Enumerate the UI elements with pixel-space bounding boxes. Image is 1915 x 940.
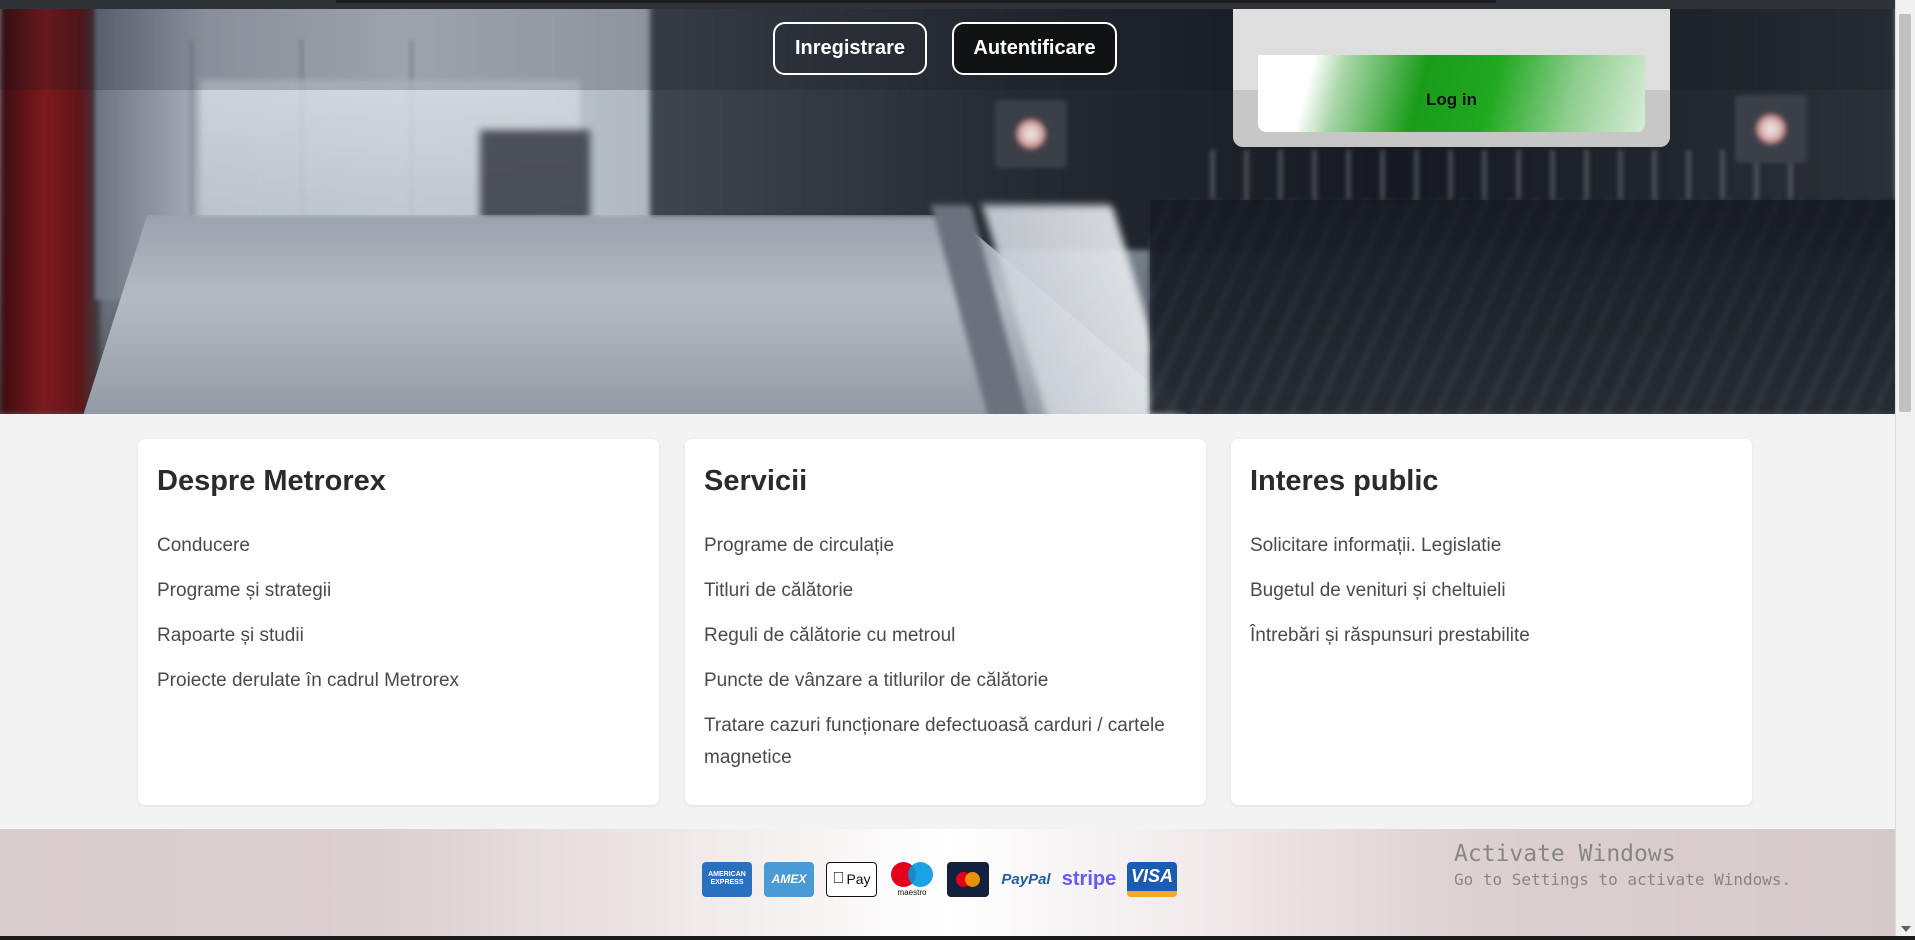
footer-link[interactable]: Solicitare informații. Legislatie	[1250, 530, 1733, 562]
footer-card-interes-public: Interes public Solicitare informații. Le…	[1231, 439, 1752, 805]
footer-link[interactable]: Puncte de vânzare a titlurilor de călăto…	[704, 665, 1187, 697]
footer-link[interactable]: Întrebări și răspunsuri prestabilite	[1250, 620, 1733, 652]
metro-sign-icon	[1735, 95, 1807, 163]
card-title: Interes public	[1250, 465, 1439, 497]
footer-link[interactable]: Titluri de călătorie	[704, 575, 1187, 607]
browser-top-strip	[0, 0, 1896, 9]
browser-bottom-strip	[0, 936, 1915, 940]
american-express-icon: AMERICAN EXPRESS	[702, 861, 752, 897]
footer-link[interactable]: Proiecte derulate în cadrul Metrorex	[157, 665, 640, 697]
footer-card-servicii: Servicii Programe de circulație Titluri …	[685, 439, 1206, 805]
apple-pay-icon: Pay	[826, 861, 877, 897]
footer-card-despre-metrorex: Despre Metrorex Conducere Programe și st…	[138, 439, 659, 805]
footer-link[interactable]: Tratare cazuri funcționare defectuoasă c…	[704, 710, 1187, 774]
card-title: Despre Metrorex	[157, 465, 386, 497]
maestro-icon: maestro	[889, 861, 935, 897]
card-title: Servicii	[704, 465, 808, 497]
footer-link[interactable]: Conducere	[157, 530, 640, 562]
metro-sign-icon	[995, 100, 1067, 168]
paypal-icon: PayPal	[1001, 870, 1051, 888]
login-submit-button[interactable]: Log in	[1258, 55, 1645, 132]
scrollbar-thumb[interactable]	[1899, 14, 1911, 412]
page-scrollbar[interactable]	[1895, 0, 1915, 936]
mastercard-icon	[947, 861, 989, 897]
footer-link[interactable]: Rapoarte și studii	[157, 620, 640, 652]
footer-link[interactable]: Programe și strategii	[157, 575, 640, 607]
windows-activation-watermark: Activate Windows Go to Settings to activ…	[1454, 841, 1792, 889]
footer-link-cards: Despre Metrorex Conducere Programe și st…	[138, 439, 1754, 805]
footer-link[interactable]: Bugetul de venituri și cheltuieli	[1250, 575, 1733, 607]
amex-icon: AMEX	[764, 861, 814, 897]
login-nav-button[interactable]: Autentificare	[952, 22, 1117, 75]
visa-icon: VISA	[1127, 861, 1177, 897]
payment-icons: AMERICAN EXPRESS AMEX Pay maestro PayPa…	[702, 861, 1177, 897]
register-button[interactable]: Inregistrare	[773, 22, 927, 75]
footer-link[interactable]: Programe de circulație	[704, 530, 1187, 562]
login-card: Log in	[1233, 9, 1670, 147]
footer-link[interactable]: Reguli de călătorie cu metroul	[704, 620, 1187, 652]
stripe-icon: stripe	[1061, 867, 1117, 890]
scroll-down-arrow-icon[interactable]	[1901, 926, 1911, 932]
page: Inregistrare Autentificare Log in Despre…	[0, 0, 1915, 940]
